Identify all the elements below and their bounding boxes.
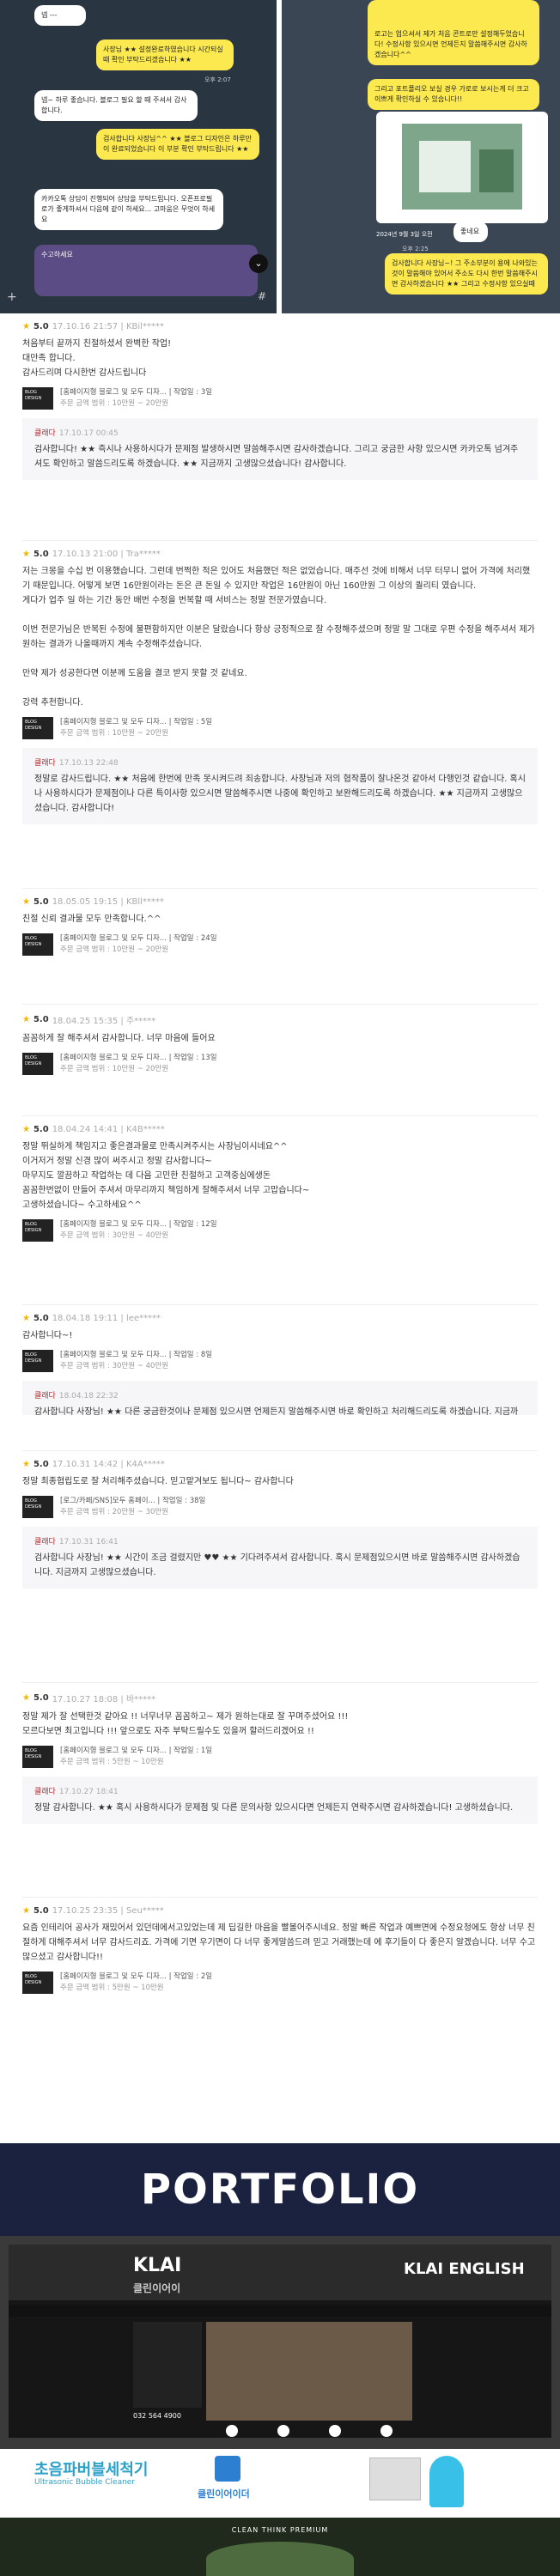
chat-message: 로고는 업으셔서 제가 처음 콘트로만 설정해두었습니다! 수정사항 있으시면 …	[368, 24, 539, 65]
portfolio-banner: PORTFOLIO	[0, 2143, 560, 2236]
product-thumbnail[interactable]: BLOG DESIGN	[22, 1496, 53, 1518]
review-item: ★ 5.0 18.04.25 15:35 | 주***** 꼼꼼하게 잘 해주셔서 …	[22, 1005, 538, 1116]
plus-icon[interactable]: +	[7, 290, 17, 304]
product-thumbnail[interactable]: BLOG DESIGN	[22, 717, 53, 739]
product-title[interactable]: [홈페이지형 블로그 및 모두 디자... | 작업일 : 1일	[60, 1746, 212, 1757]
portfolio-sample-premium[interactable]: CLEAN THINK PREMIUM	[0, 2518, 560, 2576]
chat-message: 검사합니다 사장님~! 그 주소부분이 용에 나와있는것이 말씀해야 있어서 주…	[385, 253, 548, 295]
review-list: ★ 5.0 17.10.16 21:57 | KBil***** 처음부터 끝까지 …	[0, 313, 560, 2026]
seller-reply: 클래다 18.04.18 22:32 감사합니다 사장님! ★★ 다른 궁금한것이나…	[22, 1381, 538, 1415]
review-text: 친절 신뢰 결과물 모두 만족합니다.^^	[22, 914, 161, 924]
brand-logo: KLAI	[133, 2255, 182, 2276]
chat-message: 그리고 포트폴리오 보실 경우 가로로 보시는게 더 크고 이쁘게 확인하실 수…	[368, 79, 539, 110]
product-thumbnail[interactable]: BLOG DESIGN	[22, 1053, 53, 1075]
review-text: 정말 제가 잘 선택한것 같아요 !! 너무너무 꼼꼼하고~ 제가 원하는대로 …	[22, 1712, 349, 1736]
review-item: ★ 5.0 17.10.13 21:00 | Tra***** 저는 크몽을 수십 …	[22, 541, 538, 889]
review-text: 정말 최종협립도로 잘 처리해주셨습니다. 믿고맡겨보도 됩니다~ 감사합니다	[22, 1477, 294, 1486]
star-icon: ★	[22, 897, 30, 907]
product-title[interactable]: [홈페이지형 블로그 및 모두 디자... | 작업일 : 12일	[60, 1219, 217, 1230]
review-item: ★ 5.0 17.10.16 21:57 | KBil***** 처음부터 끝까지 …	[22, 313, 538, 541]
seller-reply: 클래다 17.10.17 00:45 검사합니다! ★★ 즉시나 사용하시다가 문제…	[22, 418, 538, 480]
review-meta: 17.10.16 21:57 | KBil*****	[52, 322, 164, 331]
scroll-down-icon[interactable]: ⌄	[249, 254, 268, 273]
chat-timestamp: 오후 2:25	[402, 246, 429, 252]
product-title[interactable]: [홈페이지형 블로그 및 모두 디자... | 작업일 : 5일	[60, 717, 212, 728]
chat-message: 카카오톡 상담이 진행되어 상담을 부탁드립니다. 오픈프로필로가 좋게하셔서 …	[34, 189, 223, 230]
portfolio-sample-klai[interactable]: KLAI 클린이어이 KLAI ENGLISH 032 564 4900	[0, 2236, 560, 2449]
portfolio-image-preview[interactable]	[376, 112, 548, 223]
star-icon: ★	[22, 1906, 30, 1916]
chat-message: 사장님 ★★ 설정완료하였습니다 시간되실 때 확인 부탁드리겠습니다 ★★	[96, 39, 234, 70]
review-text: 저는 크몽을 수십 번 이용했습니다. 그런데 번쩍한 적은 있어도 처음했던 …	[22, 567, 535, 708]
star-icon: ★	[22, 1125, 30, 1134]
review-item: ★ 5.0 17.10.27 18:08 | 바***** 정말 제가 잘 선택한것…	[22, 1683, 538, 1898]
product-title[interactable]: [홈페이지형 블로그 및 모두 디자... | 작업일 : 13일	[60, 1053, 217, 1064]
portfolio-section: PORTFOLIO KLAI 클린이어이 KLAI ENGLISH 032 56…	[0, 2143, 560, 2576]
review-text: 처음부터 끝까지 친절하셨서 완벽한 작업! 대만족 합니다. 감사드리며 다시…	[22, 339, 172, 378]
product-title[interactable]: [홈페이지형 블로그 및 모두 디자... | 작업일 : 8일	[60, 1350, 212, 1361]
product-title[interactable]: [홈페이지형 블로그 및 모두 디자... | 작업일 : 2일	[60, 1971, 212, 1983]
product-thumbnail[interactable]: BLOG DESIGN	[22, 1746, 53, 1768]
review-item: ★ 5.0 17.10.31 14:42 | K4A***** 정말 최종협립도로 …	[22, 1451, 538, 1683]
star-icon: ★	[22, 550, 30, 559]
product-title[interactable]: [홈페이지형 블로그 및 모두 디자... | 작업일 : 24일	[60, 933, 217, 945]
portfolio-sample-cleaner[interactable]: 초음파버블세척기 Ultrasonic Bubble Cleaner 클린이어이…	[0, 2449, 560, 2518]
chat-message: 수고하세요	[34, 245, 258, 296]
chat-date: 2024년 9월 3일 오전	[376, 231, 433, 238]
product-thumbnail[interactable]: BLOG DESIGN	[22, 933, 53, 956]
seller-reply: 클래다 17.10.13 22:48 정말로 감사드립니다. ★★ 처음에 한번에 …	[22, 748, 538, 824]
review-text: 정말 뛰실하게 책임지고 좋은결과물로 만족시켜주시는 사장님이시네요^^ 이거…	[22, 1142, 310, 1210]
star-icon: ★	[22, 1015, 30, 1024]
seller-reply: 클래다 17.10.27 18:41 정말 감사합니다. ★★ 혹시 사용하시다가 …	[22, 1777, 538, 1824]
product-thumbnail[interactable]: BLOG DESIGN	[22, 1219, 53, 1242]
product-thumbnail[interactable]: BLOG DESIGN	[22, 1350, 53, 1372]
chat-message: 좋네요	[453, 222, 488, 242]
review-item: ★ 5.0 18.04.24 14:41 | K4B***** 정말 뛰실하게 책임…	[22, 1116, 538, 1305]
review-text: 꼼꼼하게 잘 해주셔서 감사합니다. 너무 마음에 들어요	[22, 1034, 216, 1043]
chat-message: 넵 ---	[34, 5, 86, 26]
review-item: ★ 5.0 17.10.25 23:35 | Seu***** 요즘 인테리어 공사…	[22, 1898, 538, 2026]
product-title[interactable]: [홈페이지형 블로그 및 모두 디자... | 작업일 : 3일	[60, 387, 212, 398]
hash-icon[interactable]: #	[258, 290, 266, 302]
star-icon: ★	[22, 1693, 30, 1703]
chat-screenshot: 넵 --- 사장님 ★★ 설정완료하였습니다 시간되실 때 확인 부탁드리겠습니…	[0, 0, 560, 313]
review-text: 감사합니다~!	[22, 1331, 73, 1340]
price-range: 주문 금액 범위 : 10만원 ~ 20만원	[60, 399, 169, 408]
chat-message: 넵~ 하루 좋습니다. 블로그 필요 할 때 주셔서 감사합니다.	[34, 90, 198, 121]
chat-right-panel: 로고는 업으셔서 제가 처음 콘트로만 설정해두었습니다! 수정사항 있으시면 …	[282, 0, 560, 313]
chat-message: 검사합니다 사장님^^ ★★ 블로그 디자인은 하루만 이 완료되었습니다 이 …	[96, 129, 259, 160]
star-icon: ★	[22, 322, 30, 331]
chat-timestamp: 오후 2:07	[204, 76, 231, 83]
portfolio-title: PORTFOLIO	[140, 2166, 420, 2214]
review-text: 요즘 인테리어 공사가 재밌어서 있던데에서고있었는데 제 딥길한 마음을 빨볼…	[22, 1923, 536, 1962]
review-item: ★ 5.0 18.05.05 19:15 | KBll***** 친절 신뢰 결과물…	[22, 889, 538, 1005]
product-thumbnail[interactable]: BLOG DESIGN	[22, 1971, 53, 1994]
product-title[interactable]: [로그/카페/SNS]모두 홈페이... | 작업일 : 38일	[60, 1496, 205, 1507]
star-icon: ★	[22, 1460, 30, 1469]
chat-left-panel: 넵 --- 사장님 ★★ 설정완료하였습니다 시간되실 때 확인 부탁드리겠습니…	[0, 0, 277, 313]
seller-reply: 클래다 17.10.31 16:41 검사합니다 사장님! ★★ 시간이 조금 걸렸…	[22, 1527, 538, 1589]
product-thumbnail[interactable]: BLOG DESIGN	[22, 387, 53, 410]
review-item: ★ 5.0 18.04.18 19:11 | lee***** 감사합니다~! BL…	[22, 1305, 538, 1451]
star-icon: ★	[22, 1314, 30, 1323]
